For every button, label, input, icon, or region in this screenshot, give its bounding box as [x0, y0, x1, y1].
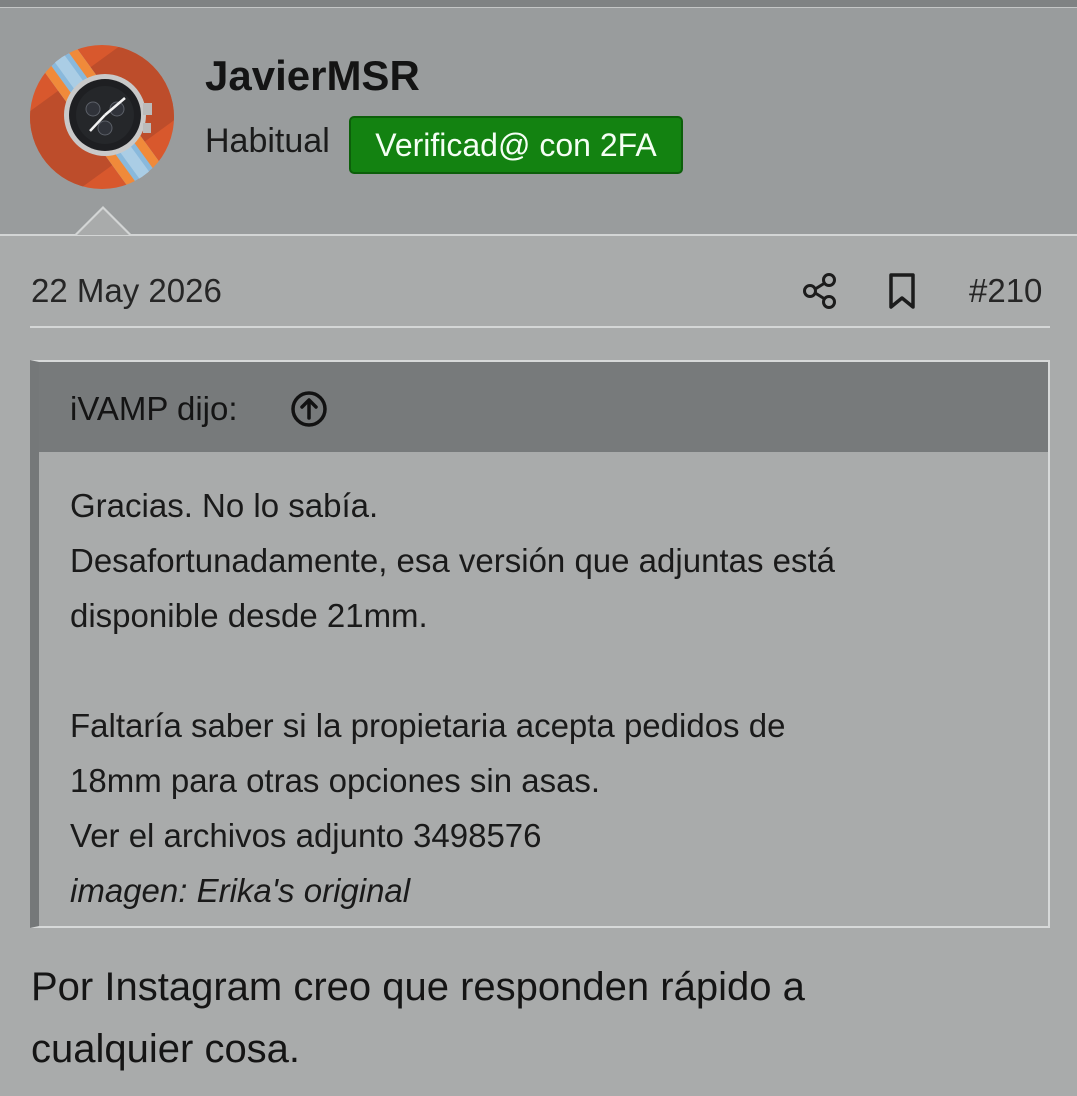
bookmark-icon[interactable]: [884, 271, 920, 311]
arrow-up-circle-icon[interactable]: [289, 389, 329, 429]
user-title: Habitual: [205, 122, 330, 160]
quote-header[interactable]: iVAMP dijo:: [39, 362, 1048, 452]
attachment-link[interactable]: Ver el archivos adjunto 3498576: [70, 808, 1030, 863]
share-icon[interactable]: [800, 271, 840, 311]
meta-divider: [30, 326, 1050, 328]
quote-line: Desafortunadamente, esa versión que adju…: [70, 542, 835, 579]
quote-line: Gracias. No lo sabía.: [70, 487, 379, 524]
image-caption: imagen: Erika's original: [70, 872, 411, 909]
username[interactable]: JavierMSR: [205, 52, 420, 100]
quote-paragraph-gap: [70, 643, 1030, 698]
post-date[interactable]: 22 May 2026: [31, 272, 222, 310]
quote-block: iVAMP dijo: Gracias. No lo sabía. Desafo…: [30, 360, 1050, 928]
reply-body: Por Instagram creo que responden rápido …: [31, 956, 1041, 1080]
quote-author[interactable]: iVAMP dijo:: [70, 390, 238, 428]
post-number[interactable]: #210: [969, 272, 1042, 310]
header-pointer-fill: [77, 209, 129, 235]
reply-line: Por Instagram creo que responden rápido …: [31, 965, 805, 1009]
post-user-header: JavierMSR Habitual Verificad@ con 2FA: [0, 8, 1077, 236]
avatar[interactable]: [30, 45, 174, 189]
reply-line: cualquier cosa.: [31, 1027, 301, 1071]
top-divider: [0, 0, 1077, 8]
quote-body: Gracias. No lo sabía. Desafortunadamente…: [70, 478, 1030, 918]
watch-avatar-image: [30, 45, 174, 189]
verified-2fa-badge: Verificad@ con 2FA: [349, 116, 683, 174]
quote-line: Faltaría saber si la propietaria acepta …: [70, 707, 786, 744]
quote-line: disponible desde 21mm.: [70, 597, 428, 634]
quote-line: 18mm para otras opciones sin asas.: [70, 762, 601, 799]
